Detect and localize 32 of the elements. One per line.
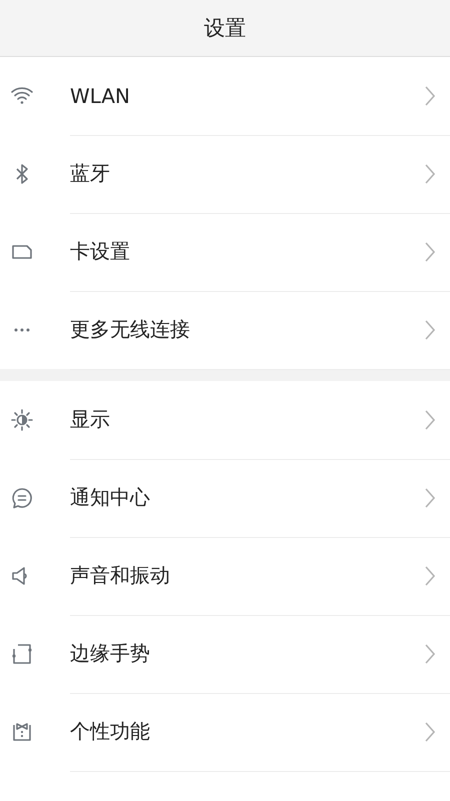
settings-item[interactable]: 边缘手势 xyxy=(0,615,450,693)
item-label: 卡设置 xyxy=(70,238,131,265)
item-label: 更多无线连接 xyxy=(70,316,191,343)
more-icon xyxy=(14,328,30,332)
item-label: 蓝牙 xyxy=(70,160,111,187)
chevron-icon xyxy=(424,318,436,340)
bow-tie-icon xyxy=(10,720,34,744)
chevron-icon xyxy=(424,240,436,262)
chat-icon xyxy=(10,486,34,510)
screen-title: 设置 xyxy=(204,15,246,42)
chevron-icon xyxy=(424,84,436,106)
item-label: WLAN xyxy=(70,84,132,108)
settings-item[interactable]: WLAN xyxy=(0,57,450,135)
settings-item[interactable]: 显示 xyxy=(0,381,450,459)
edge-gesture-icon xyxy=(10,642,34,666)
item-label: 通知中心 xyxy=(70,484,151,511)
settings-item[interactable]: 蓝牙 xyxy=(0,135,450,213)
sun-icon xyxy=(10,408,34,432)
chevron-icon xyxy=(424,408,436,430)
settings-item[interactable]: 卡设置 xyxy=(0,213,450,291)
chevron-icon xyxy=(424,162,436,184)
settings-item[interactable]: 通知中心 xyxy=(0,459,450,537)
chevron-icon xyxy=(424,720,436,742)
chevron-icon xyxy=(424,564,436,586)
item-label: 显示 xyxy=(70,406,111,433)
chevron-icon xyxy=(424,642,436,664)
item-label: 声音和振动 xyxy=(70,562,171,589)
settings-item[interactable]: 声音和振动 xyxy=(0,537,450,615)
item-label: 边缘手势 xyxy=(70,640,151,667)
chevron-icon xyxy=(424,486,436,508)
item-label: 个性功能 xyxy=(70,718,151,745)
settings-item[interactable]: 个性功能 xyxy=(0,693,450,771)
